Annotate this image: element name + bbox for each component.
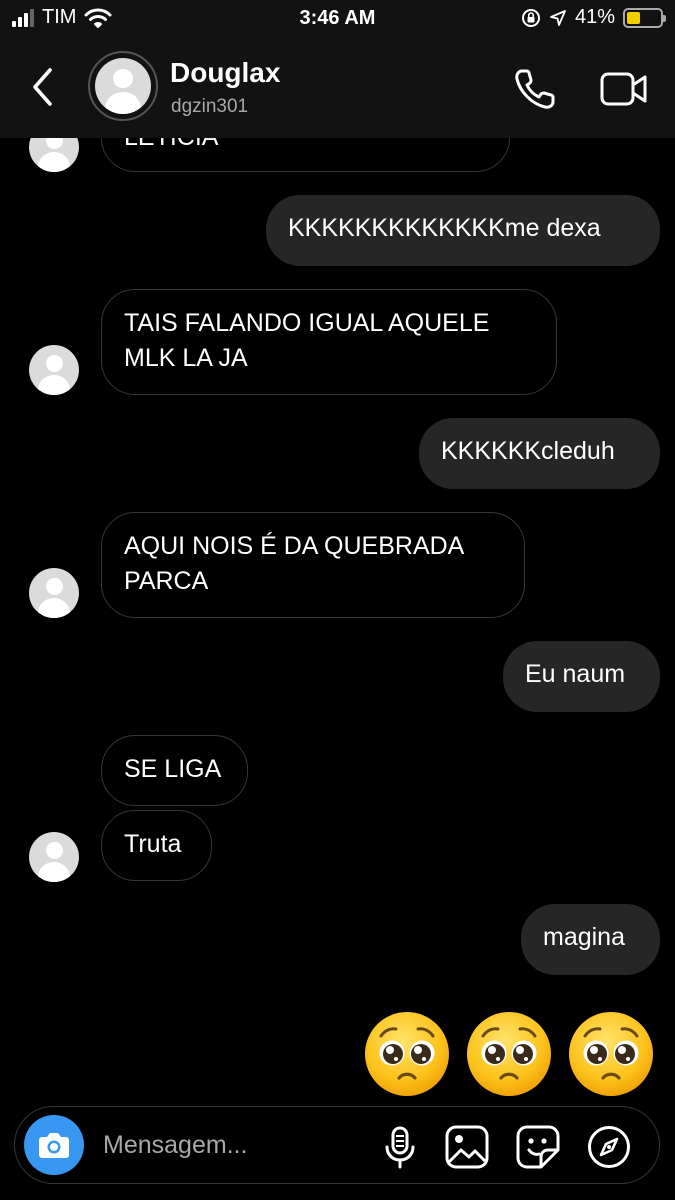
contact-name[interactable]: Douglax (170, 57, 280, 89)
phone-icon[interactable] (512, 66, 558, 112)
sender-avatar[interactable] (29, 138, 79, 172)
status-bar: TIM 3:46 AM 41% (0, 0, 675, 40)
sticker-icon[interactable] (515, 1124, 561, 1170)
message-bubble-outgoing[interactable]: magina (521, 904, 660, 975)
location-icon (550, 9, 566, 26)
sender-avatar[interactable] (29, 345, 79, 395)
message-bubble-outgoing[interactable]: KKKKKKcleduh (419, 418, 660, 489)
pleading-face-emoji (363, 1010, 451, 1098)
pleading-face-emoji (465, 1010, 553, 1098)
emoji-message[interactable] (363, 1010, 655, 1098)
message-bubble-outgoing[interactable]: Eu naum (503, 641, 660, 712)
camera-button[interactable] (24, 1115, 84, 1175)
back-chevron-icon[interactable] (28, 66, 58, 108)
message-composer (14, 1106, 660, 1184)
contact-username[interactable]: dgzin301 (171, 96, 248, 118)
message-input[interactable] (103, 1127, 363, 1163)
contact-avatar[interactable] (88, 51, 158, 121)
sender-avatar[interactable] (29, 568, 79, 618)
message-bubble-incoming[interactable]: TAIS FALANDO IGUAL AQUELE MLK LA JA (101, 289, 557, 395)
pleading-face-emoji (567, 1010, 655, 1098)
compass-icon[interactable] (586, 1124, 632, 1170)
microphone-icon[interactable] (377, 1124, 423, 1170)
chat-header: Douglax dgzin301 (0, 40, 675, 138)
message-bubble-incoming[interactable]: SE LIGA (101, 735, 248, 806)
camera-icon (39, 1133, 69, 1158)
message-bubble-outgoing[interactable]: KKKKKKKKKKKKKme dexa (266, 195, 660, 266)
gallery-icon[interactable] (444, 1124, 490, 1170)
message-bubble-incoming[interactable]: LETICIA (101, 138, 510, 172)
video-camera-icon[interactable] (600, 68, 648, 110)
message-thread[interactable]: LETICIA KKKKKKKKKKKKKme dexa TAIS FALAND… (0, 138, 675, 1103)
battery-percent: 41% (574, 6, 615, 28)
battery-icon (623, 7, 666, 28)
message-bubble-incoming[interactable]: AQUI NOIS É DA QUEBRADA PARCA (101, 512, 525, 618)
sender-avatar[interactable] (29, 832, 79, 882)
message-bubble-incoming[interactable]: Truta (101, 810, 212, 881)
orientation-lock-icon (521, 8, 540, 27)
